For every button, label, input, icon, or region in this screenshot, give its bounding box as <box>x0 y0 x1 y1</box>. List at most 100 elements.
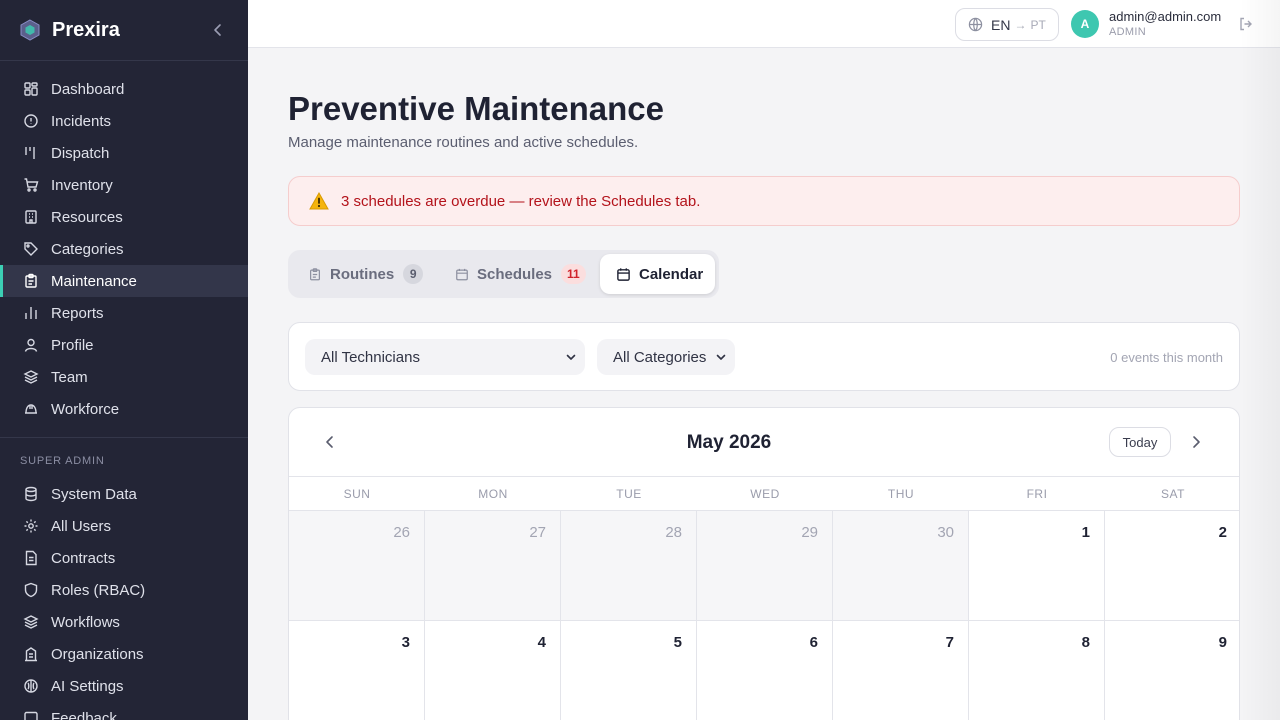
user-icon <box>23 337 39 353</box>
events-count-text: 0 events this month <box>1110 350 1223 365</box>
calendar-day[interactable]: 6 <box>697 621 833 720</box>
sidebar-item-label: Incidents <box>51 112 112 130</box>
chevron-down-icon <box>715 351 727 363</box>
weekday-label: SAT <box>1161 487 1185 501</box>
sidebar-divider <box>0 437 248 438</box>
calendar-day[interactable]: 2 <box>1105 511 1239 620</box>
tab-routines[interactable]: Routines 9 <box>308 254 424 294</box>
tab-schedules[interactable]: Schedules 11 <box>455 254 586 294</box>
category-filter-select[interactable]: All Categories <box>597 339 735 375</box>
user-role: ADMIN <box>1109 26 1146 38</box>
day-number: 30 <box>937 524 954 541</box>
sidebar-item-organizations[interactable]: Organizations <box>0 638 248 670</box>
language-switch-button[interactable]: EN → PT <box>955 8 1059 41</box>
day-number: 3 <box>401 634 410 651</box>
layers-icon <box>23 614 39 630</box>
tab-calendar[interactable]: Calendar <box>600 254 715 294</box>
sidebar-item-incidents[interactable]: Incidents <box>0 105 248 137</box>
calendar-day[interactable]: 7 <box>833 621 969 720</box>
calendar-day[interactable]: 3 <box>289 621 425 720</box>
sidebar-item-profile[interactable]: Profile <box>0 329 248 361</box>
sidebar-item-contracts[interactable]: Contracts <box>0 542 248 574</box>
sidebar-item-categories[interactable]: Categories <box>0 233 248 265</box>
sidebar-item-maintenance[interactable]: Maintenance <box>0 265 248 297</box>
day-number: 29 <box>801 524 818 541</box>
main-content: Preventive Maintenance Manage maintenanc… <box>248 48 1280 720</box>
day-number: 1 <box>1081 524 1090 541</box>
day-number: 9 <box>1218 634 1227 651</box>
brain-icon <box>23 678 39 694</box>
bar-chart-icon <box>23 305 39 321</box>
today-button[interactable]: Today <box>1109 427 1171 457</box>
sidebar-item-feedback[interactable]: Feedback <box>0 702 248 720</box>
calendar-day[interactable]: 9 <box>1105 621 1239 720</box>
calendar-day[interactable]: 1 <box>969 511 1105 620</box>
sidebar-item-team[interactable]: Team <box>0 361 248 393</box>
page-subtitle: Manage maintenance routines and active s… <box>288 134 639 151</box>
avatar[interactable]: A <box>1071 10 1099 38</box>
routines-count-badge: 9 <box>403 264 424 284</box>
brand-name: Prexira <box>52 18 120 41</box>
alternate-language: PT <box>1030 17 1046 32</box>
sidebar-item-label: Inventory <box>51 176 113 194</box>
sidebar-item-label: Workflows <box>51 613 120 631</box>
tab-routines-label: Routines <box>330 265 395 283</box>
sidebar-item-dashboard[interactable]: Dashboard <box>0 73 248 105</box>
sidebar-item-all-users[interactable]: All Users <box>0 510 248 542</box>
calendar-day[interactable]: 30 <box>833 511 969 620</box>
day-number: 5 <box>673 634 682 651</box>
sidebar-item-roles[interactable]: Roles (RBAC) <box>0 574 248 606</box>
warning-icon <box>309 192 329 210</box>
sidebar-item-workforce[interactable]: Workforce <box>0 393 248 425</box>
logout-icon[interactable] <box>1238 16 1254 32</box>
calendar-icon <box>455 267 469 282</box>
shield-icon <box>23 582 39 598</box>
gear-icon <box>23 518 39 534</box>
weekday-label: SUN <box>343 487 371 501</box>
category-filter-value: All Categories <box>613 348 707 366</box>
collapse-sidebar-icon[interactable] <box>208 20 228 40</box>
brand-logo-icon <box>20 19 40 41</box>
sidebar-item-workflows[interactable]: Workflows <box>0 606 248 638</box>
sidebar-item-reports[interactable]: Reports <box>0 297 248 329</box>
day-number: 8 <box>1081 634 1090 651</box>
sidebar-item-system-data[interactable]: System Data <box>0 478 248 510</box>
calendar-header: May 2026 Today <box>289 408 1239 477</box>
current-language: EN <box>991 16 1011 33</box>
sidebar-item-label: Dashboard <box>51 80 125 98</box>
technician-filter-value: All Technicians <box>321 348 420 366</box>
database-icon <box>23 486 39 502</box>
calendar-day[interactable]: 8 <box>969 621 1105 720</box>
sidebar-item-label: Feedback <box>51 709 117 720</box>
calendar-day[interactable]: 26 <box>289 511 425 620</box>
calendar-day[interactable]: 28 <box>561 511 697 620</box>
sidebar-item-label: Roles (RBAC) <box>51 581 146 599</box>
day-number: 2 <box>1218 524 1227 541</box>
sidebar-item-label: System Data <box>51 485 137 503</box>
weekday-label: FRI <box>1026 487 1048 501</box>
filters-bar: All Technicians All Categories 0 events … <box>288 322 1240 391</box>
sidebar-item-inventory[interactable]: Inventory <box>0 169 248 201</box>
clipboard-icon <box>23 273 39 289</box>
day-number: 27 <box>529 524 546 541</box>
tab-calendar-label: Calendar <box>639 265 704 283</box>
hard-hat-icon <box>23 401 39 417</box>
user-info: admin@admin.com ADMIN <box>1109 9 1221 39</box>
next-month-icon[interactable] <box>1189 435 1203 449</box>
sidebar-item-label: Categories <box>51 240 124 258</box>
alert-circle-icon <box>23 113 39 129</box>
sidebar-item-label: Reports <box>51 304 104 322</box>
sidebar-item-resources[interactable]: Resources <box>0 201 248 233</box>
calendar-day[interactable]: 29 <box>697 511 833 620</box>
calendar-day[interactable]: 5 <box>561 621 697 720</box>
day-number: 28 <box>665 524 682 541</box>
calendar-day[interactable]: 4 <box>425 621 561 720</box>
day-number: 4 <box>537 634 546 651</box>
sidebar-item-label: All Users <box>51 517 112 535</box>
technician-filter-select[interactable]: All Technicians <box>305 339 585 375</box>
sidebar-item-label: Contracts <box>51 549 116 567</box>
sidebar-item-dispatch[interactable]: Dispatch <box>0 137 248 169</box>
dashboard-icon <box>23 81 39 97</box>
sidebar-item-ai-settings[interactable]: AI Settings <box>0 670 248 702</box>
calendar-day[interactable]: 27 <box>425 511 561 620</box>
